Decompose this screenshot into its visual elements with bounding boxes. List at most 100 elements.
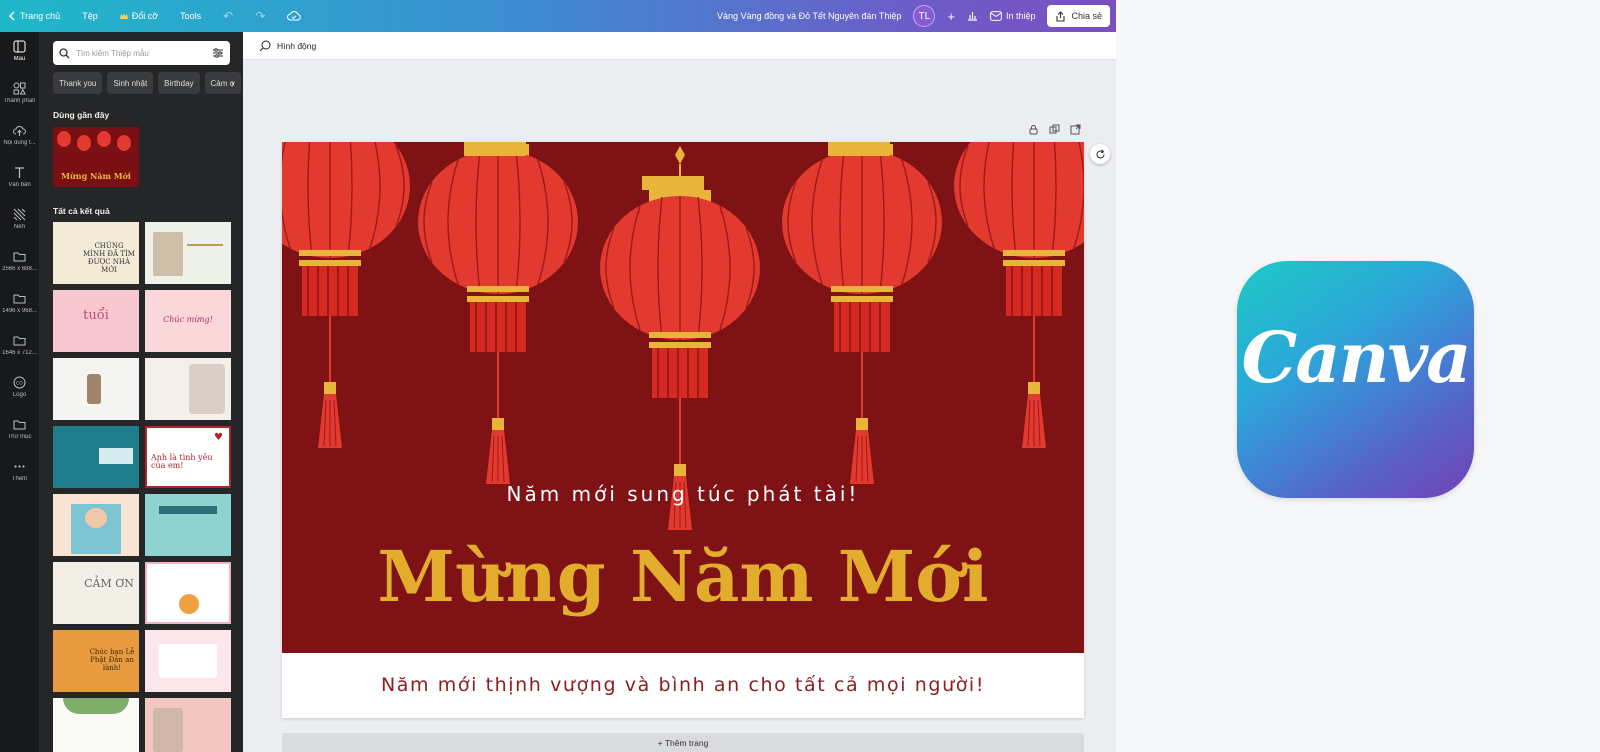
rail-item-folder-1[interactable]: 2566 x 688... (0, 250, 39, 290)
rail-item-background[interactable]: Nền (0, 208, 39, 248)
filter-chips: Thank you Sinh nhật Birthday Cảm ơ (53, 72, 241, 94)
recent-section-title: Dùng gần đây (53, 110, 110, 120)
editor-window: Trang chủ Tệp Đổi cỡ Tools ↶ ↷ Vàng Vàng… (0, 0, 1116, 752)
filter-icon[interactable] (212, 47, 224, 59)
file-label: Tệp (82, 11, 98, 21)
share-button[interactable]: Chia sẻ (1047, 5, 1110, 27)
card-wish-bottom[interactable]: Năm mới thịnh vượng và bình an cho tất c… (282, 674, 1084, 696)
rail-label: Logo (12, 392, 27, 398)
rail-label: Thành phần (3, 98, 36, 104)
top-toolbar: Trang chủ Tệp Đổi cỡ Tools ↶ ↷ Vàng Vàng… (0, 0, 1116, 32)
undo-icon[interactable]: ↶ (223, 9, 233, 23)
upload-icon (13, 126, 26, 136)
chevron-left-icon (9, 11, 15, 21)
mail-icon (990, 11, 1002, 21)
rail-item-logo[interactable]: CO Logo (0, 376, 39, 416)
folder-icon (13, 294, 26, 304)
search-input[interactable]: Tìm kiếm Thiệp mẫu (76, 49, 149, 58)
template-thumb[interactable] (145, 222, 231, 284)
template-thumb[interactable]: Anh là tình yêu của em! ♥ (145, 426, 231, 488)
crown-icon (119, 12, 128, 19)
editor-subbar: Hình động (243, 32, 1116, 60)
svg-text:CO: CO (16, 380, 23, 386)
rail-label: 2566 x 688... (2, 266, 37, 272)
folder-icon (13, 336, 26, 346)
template-thumb[interactable] (53, 358, 139, 420)
folder-icon (13, 252, 26, 262)
rail-label: 1646 x 712... (2, 350, 37, 356)
template-thumb[interactable]: CẢM ƠN (53, 562, 139, 624)
rail-label: 1496 x 968... (2, 308, 37, 314)
duplicate-page-icon[interactable] (1049, 124, 1060, 135)
add-collaborator-button[interactable]: + (947, 9, 955, 24)
animate-icon (259, 40, 271, 51)
canva-logo: Canva (1237, 261, 1474, 498)
rail-label: Nội dung t... (3, 140, 36, 146)
template-thumb[interactable] (145, 358, 231, 420)
chip-cam-on[interactable]: Cảm ơ (204, 72, 241, 94)
animate-button[interactable]: Hình động (277, 41, 316, 51)
text-icon (15, 167, 24, 178)
background-icon (13, 208, 26, 221)
chip-birthday[interactable]: Birthday (158, 72, 200, 94)
refresh-icon[interactable] (1090, 144, 1110, 164)
rail-item-uploads[interactable]: Nội dung t... (0, 124, 39, 164)
insights-icon[interactable] (967, 11, 978, 21)
resize-button[interactable]: Đổi cỡ (119, 11, 159, 21)
card-wish-top[interactable]: Năm mới sung túc phát tài! (282, 482, 1084, 506)
template-thumb[interactable] (145, 698, 231, 752)
logo-icon: CO (13, 376, 26, 389)
rail-item-more[interactable]: Thêm (0, 460, 39, 500)
template-thumb[interactable]: CHÚNG MÌNH ĐÃ TÌM ĐƯỢC NHÀ MỚI (53, 222, 139, 284)
tools-menu[interactable]: Tools (180, 11, 201, 21)
document-title[interactable]: Vàng Vàng đồng và Đỏ Tết Nguyên đán Thiệ… (717, 11, 901, 21)
recent-template-thumb[interactable]: Mừng Năm Mới (53, 127, 139, 187)
template-thumb[interactable] (53, 698, 139, 752)
rail-item-folders[interactable]: Thư mục (0, 418, 39, 458)
chip-sinh-nhat[interactable]: Sinh nhật (107, 72, 154, 94)
rail-item-templates[interactable]: Mẫu (0, 40, 39, 80)
template-thumb[interactable] (145, 562, 231, 624)
add-page-button[interactable]: + Thêm trang (282, 733, 1084, 752)
chevron-right-icon[interactable]: › (231, 79, 234, 90)
template-thumb[interactable]: Chúc mừng! (145, 290, 231, 352)
design-page[interactable]: Năm mới sung túc phát tài! Mừng Năm Mới … (282, 142, 1084, 718)
rail-item-folder-3[interactable]: 1646 x 712... (0, 334, 39, 374)
lock-icon[interactable] (1028, 124, 1039, 135)
template-thumb[interactable] (53, 426, 139, 488)
home-label: Trang chủ (20, 11, 61, 21)
card-headline[interactable]: Mừng Năm Mới (282, 537, 1084, 617)
search-icon (59, 47, 70, 58)
template-thumb[interactable] (145, 494, 231, 556)
rail-item-folder-2[interactable]: 1496 x 968... (0, 292, 39, 332)
side-rail: Mẫu Thành phần Nội dung t... Văn bản Nền… (0, 32, 39, 752)
template-thumb[interactable] (145, 630, 231, 692)
recent-thumb-text: Mừng Năm Mới (61, 171, 131, 181)
redo-icon[interactable]: ↷ (255, 9, 265, 23)
chip-thank-you[interactable]: Thank you (53, 72, 103, 94)
template-thumb[interactable] (53, 494, 139, 556)
card-background: Năm mới sung túc phát tài! Mừng Năm Mới (282, 142, 1084, 653)
template-icon (13, 40, 26, 53)
rail-label: Thư mục (7, 434, 32, 440)
rail-label: Thêm (11, 476, 28, 482)
template-thumb[interactable]: tuổi (53, 290, 139, 352)
rail-item-elements[interactable]: Thành phần (0, 82, 39, 122)
template-thumb[interactable]: Chúc bạn Lễ Phật Đản an lành! (53, 630, 139, 692)
elements-icon (13, 82, 26, 95)
cloud-save-icon[interactable] (287, 11, 302, 21)
print-button[interactable]: In thiệp (990, 11, 1035, 21)
folder-icon (13, 420, 26, 430)
home-button[interactable]: Trang chủ (8, 11, 60, 21)
resize-label: Đổi cỡ (131, 11, 159, 21)
add-page-icon[interactable] (1070, 124, 1081, 135)
search-box[interactable]: Tìm kiếm Thiệp mẫu (53, 41, 230, 65)
all-results-title: Tất cả kết quả (53, 206, 110, 216)
share-label: Chia sẻ (1071, 11, 1102, 21)
avatar[interactable]: TL (913, 5, 936, 27)
share-icon (1056, 10, 1066, 22)
more-icon (14, 465, 25, 468)
rail-item-text[interactable]: Văn bản (0, 166, 39, 206)
tools-label: Tools (180, 11, 202, 21)
file-menu[interactable]: Tệp (82, 11, 98, 21)
